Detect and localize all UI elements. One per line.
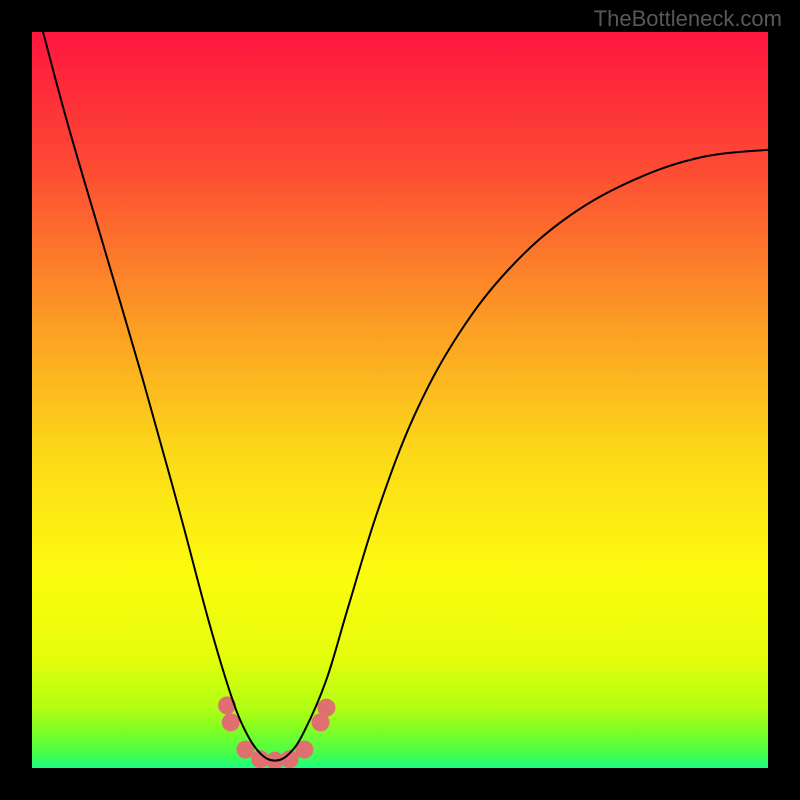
chart-dot xyxy=(222,713,240,731)
chart-curve xyxy=(43,32,768,761)
chart-overlay xyxy=(32,32,768,768)
chart-dot xyxy=(317,699,335,717)
attribution-text: TheBottleneck.com xyxy=(594,6,782,32)
